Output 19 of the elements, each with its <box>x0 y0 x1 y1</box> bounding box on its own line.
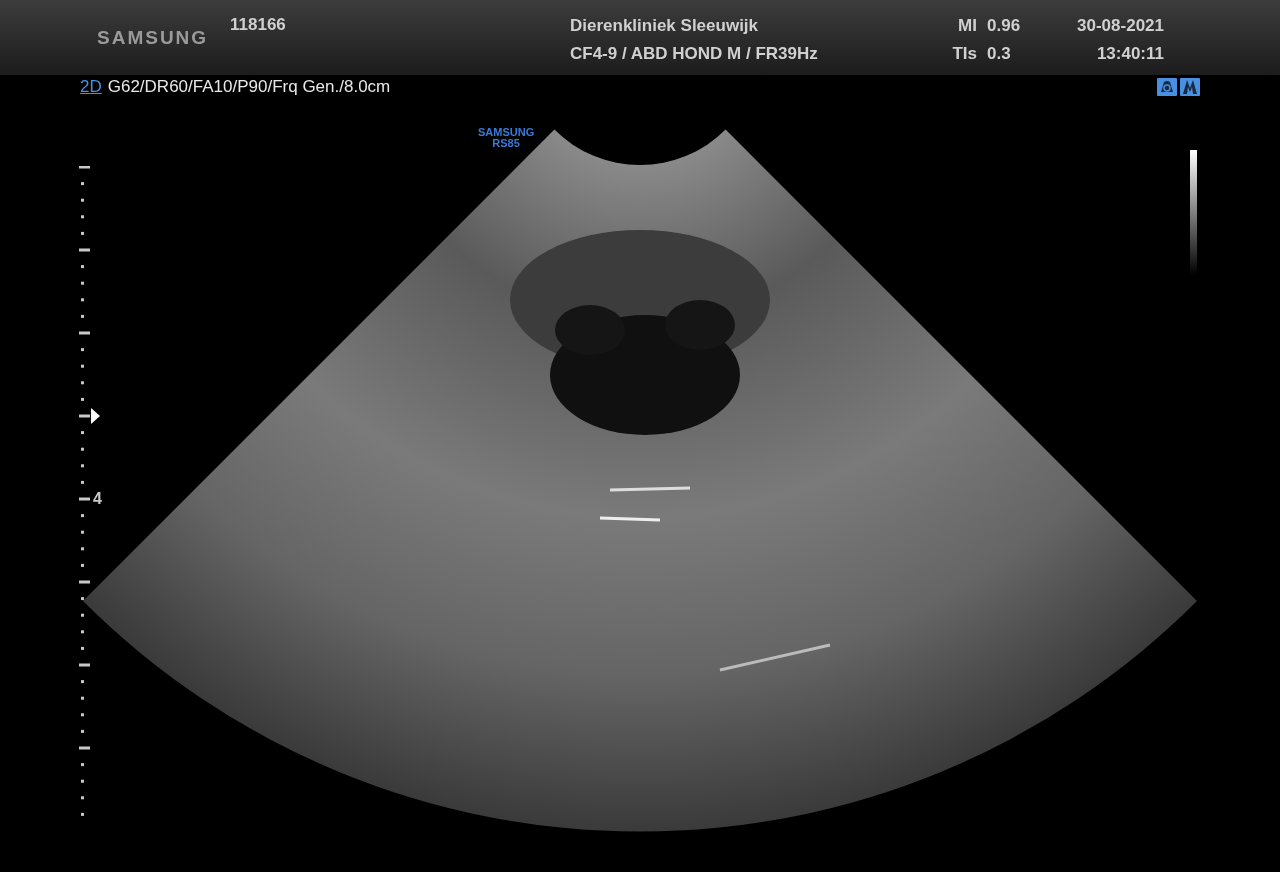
index-label: TIs <box>951 44 977 63</box>
institution-name: Dierenkliniek Sleeuwijk <box>570 16 760 35</box>
focus-marker-icon <box>91 408 100 424</box>
date: 30-08-2021 <box>1077 16 1164 35</box>
probe-icon <box>1157 78 1177 96</box>
body-marker-icon <box>1180 78 1200 96</box>
index-value: 0.3 <box>987 44 1011 63</box>
probe-info: CF4-9 / ABD HOND M / FR39Hz <box>570 44 819 63</box>
device-brand: SAMSUNG <box>478 127 535 138</box>
index-value: 0.96 <box>987 16 1021 35</box>
depth-label: 4 <box>93 490 102 508</box>
mode-label: 2D <box>80 77 102 97</box>
logo: SAMSUNG <box>97 27 210 49</box>
patient-id: 118166 <box>230 15 287 35</box>
device-model: RS85 <box>492 138 520 149</box>
bright-streak <box>599 516 661 522</box>
imaging-parameters: G62/DR60/FA10/P90/Frq Gen./8.0cm <box>107 77 392 97</box>
index-label: MI <box>957 16 977 35</box>
time: 13:40:11 <box>1096 44 1164 63</box>
